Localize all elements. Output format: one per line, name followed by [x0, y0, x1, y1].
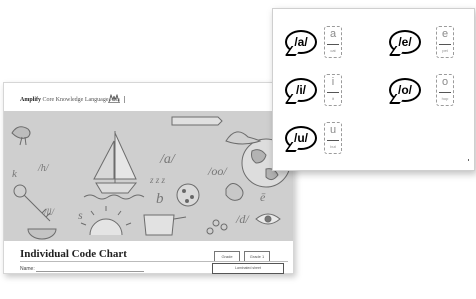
cover-header: Amplify Core Knowledge Language Arts — [4, 83, 293, 112]
art-label-k: k — [12, 168, 18, 180]
divider-bar — [439, 44, 451, 45]
cover-illustration: /h/ /a/ /oo/ /ll/ s b /d/ k z z z ē — [4, 111, 293, 241]
divider-bar — [327, 44, 339, 45]
art-label-h: /h/ — [37, 163, 50, 174]
brand-logo-icon — [108, 94, 120, 103]
title-divider — [20, 261, 288, 262]
sound-bubble-e: /e/ — [389, 30, 421, 54]
example-word: pet — [442, 48, 448, 53]
sound-bubble-u: /u/ — [285, 126, 317, 150]
art-label-s: s — [78, 208, 83, 222]
laminated-box: Laminated sheet — [212, 263, 284, 274]
example-word: it — [332, 96, 334, 101]
divider-bar — [327, 92, 339, 93]
vowel-code-card: /a/ a cat /e/ e pet /i/ i it /o/ o hop /… — [272, 8, 475, 171]
spelling-letter: o — [441, 76, 449, 88]
spelling-card-e: e pet — [436, 26, 454, 58]
name-line — [36, 271, 144, 272]
doodle-artwork: /h/ /a/ /oo/ /ll/ s b /d/ k z z z ē — [11, 116, 291, 240]
code-chart-cover: Amplify Core Knowledge Language Arts /h/… — [3, 82, 294, 274]
name-label: Name: — [20, 266, 35, 272]
example-word: cat — [330, 48, 336, 53]
cover-footer: Individual Code Chart Grade Grade 1 Name… — [4, 241, 293, 274]
divider-bar — [327, 140, 339, 141]
spelling-letter: u — [329, 124, 337, 136]
spelling-letter: e — [441, 28, 449, 40]
spelling-card-a: a cat — [324, 26, 342, 58]
spelling-card-u: u but — [324, 122, 342, 154]
sound-bubble-i: /i/ — [285, 78, 317, 102]
example-word: hop — [441, 96, 449, 101]
art-label-d: /d/ — [235, 212, 250, 226]
art-label-z: z z z — [149, 175, 166, 185]
divider-bar — [439, 92, 451, 93]
spelling-letter: i — [331, 76, 335, 88]
example-word: but — [330, 144, 336, 149]
cover-title: Individual Code Chart — [20, 248, 127, 260]
spelling-card-i: i it — [324, 74, 342, 106]
art-label-oo: /oo/ — [207, 164, 228, 178]
sound-bubble-o: /o/ — [389, 78, 421, 102]
spelling-card-o: o hop — [436, 74, 454, 106]
sound-bubble-a: /a/ — [285, 30, 317, 54]
art-label-a: /a/ — [159, 152, 176, 167]
corner-mark — [468, 159, 469, 161]
art-label-b: b — [156, 191, 164, 207]
art-label-e: ē — [260, 190, 266, 204]
art-label-ll: /ll/ — [43, 207, 56, 217]
spelling-letter: a — [329, 28, 337, 40]
